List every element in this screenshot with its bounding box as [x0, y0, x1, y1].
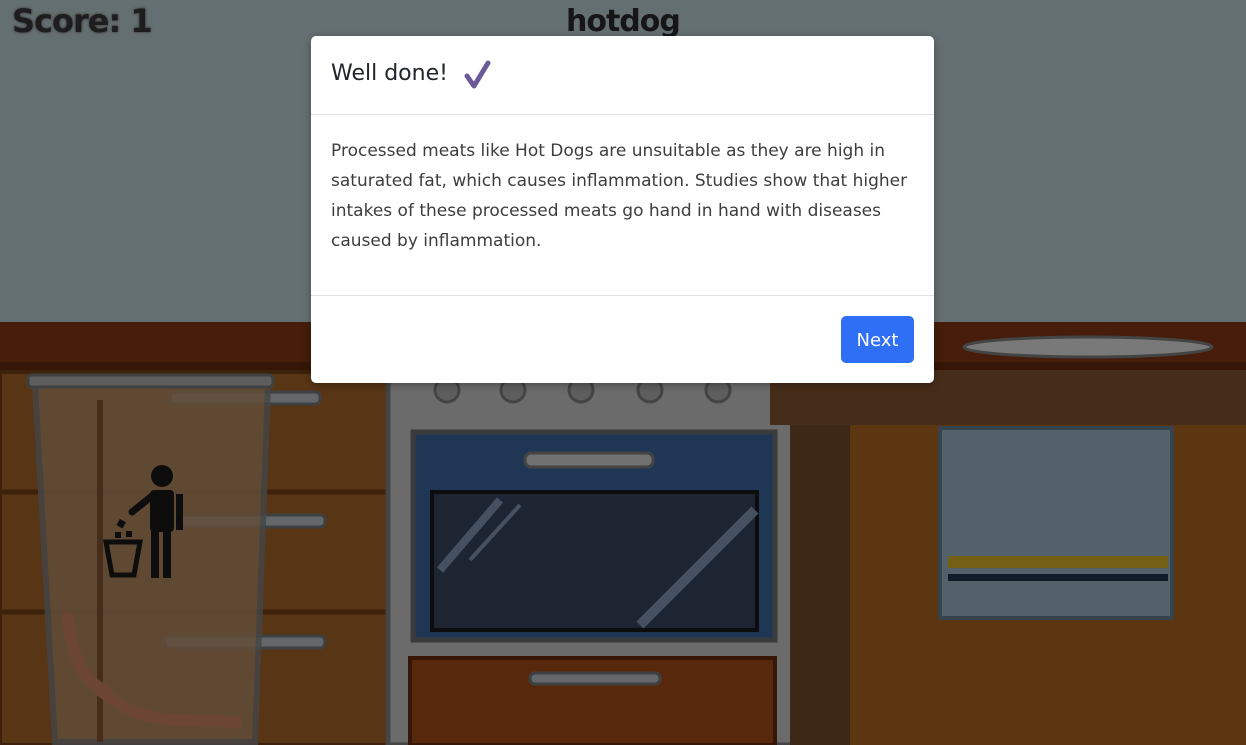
checkmark-icon [464, 60, 491, 89]
next-button[interactable]: Next [841, 316, 914, 363]
modal-header: Well done! [311, 36, 934, 115]
modal-footer: Next [311, 295, 934, 384]
modal-title: Well done! [331, 61, 448, 86]
feedback-modal: Well done! Processed meats like Hot Dogs… [311, 36, 934, 383]
modal-message: Processed meats like Hot Dogs are unsuit… [331, 141, 908, 251]
